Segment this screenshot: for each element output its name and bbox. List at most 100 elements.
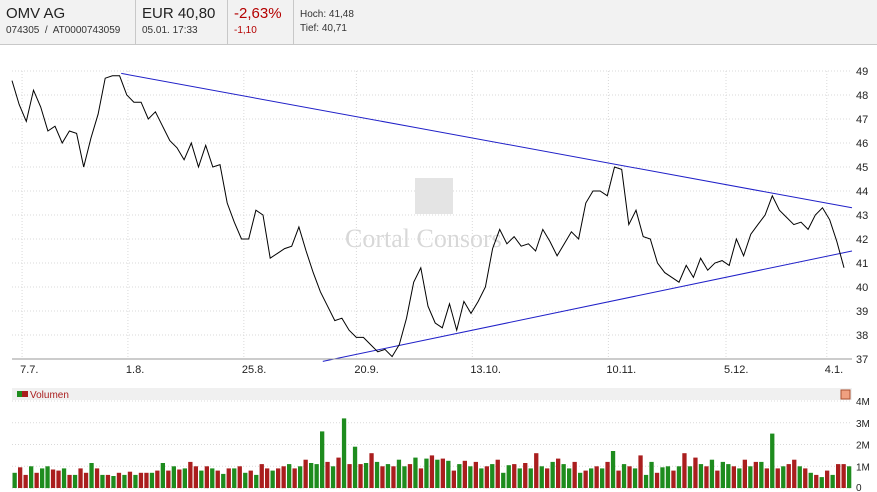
volume-bar <box>259 464 264 488</box>
volume-bar <box>111 476 116 488</box>
volume-bar <box>418 468 424 488</box>
volume-bar <box>363 463 369 488</box>
price-y-tick-label: 44 <box>856 186 868 198</box>
volume-bar <box>336 457 341 488</box>
volume-bar <box>347 464 352 488</box>
volume-bar <box>100 474 105 488</box>
volume-bar <box>435 459 440 488</box>
volume-bar <box>243 472 248 488</box>
trend-lines <box>121 72 853 362</box>
volume-bar <box>479 468 484 488</box>
volume-bar <box>374 461 380 488</box>
volume-bar <box>358 464 363 488</box>
volume-bar <box>78 468 83 488</box>
volume-bar <box>314 464 319 488</box>
volume-bar <box>369 453 374 488</box>
volume-bar <box>473 461 478 488</box>
volume-bar <box>407 464 413 488</box>
volume-bar <box>424 458 429 488</box>
trend-line <box>322 250 853 362</box>
volume-bar <box>545 468 550 488</box>
volume-bar <box>786 464 791 488</box>
volume-y-tick-label: 4M <box>856 397 870 408</box>
volume-bar <box>72 474 78 488</box>
volume-bar <box>105 474 111 488</box>
volume-bar <box>764 468 769 488</box>
volume-bar <box>726 464 731 488</box>
volume-title: Volumen <box>30 390 69 401</box>
volume-bar <box>320 431 325 488</box>
volume-bar <box>792 459 797 488</box>
volume-bar <box>759 461 764 488</box>
volume-bar <box>116 472 122 488</box>
volume-bar <box>572 461 577 488</box>
volume-bar <box>391 466 396 489</box>
volume-bar <box>748 466 753 489</box>
price-x-tick-label: 20.9. <box>354 364 378 376</box>
volume-bar <box>693 457 698 488</box>
volume-bar <box>138 472 144 488</box>
volume-bar <box>413 457 418 488</box>
volume-bar <box>248 470 253 488</box>
volume-bar <box>45 466 50 489</box>
volume-bar <box>649 461 654 488</box>
volume-bar <box>556 458 561 488</box>
volume-bar <box>457 464 462 488</box>
range-cell: Hoch: 41,48 Tief: 40,71 <box>294 0 877 44</box>
volume-bar <box>660 467 665 488</box>
volume-bar <box>325 461 330 488</box>
volume-bar <box>155 470 160 488</box>
volume-bar <box>528 468 533 488</box>
volume-bar <box>341 418 347 488</box>
volume-bar <box>352 446 358 488</box>
volume-bar <box>226 468 231 488</box>
volume-bar <box>303 459 308 488</box>
price-y-tick-label: 49 <box>856 66 868 78</box>
volume-bar <box>770 433 775 488</box>
volume-bar <box>276 468 281 488</box>
volume-bar <box>534 453 539 488</box>
volume-bar <box>616 470 621 488</box>
volume-bar <box>221 473 226 488</box>
volume-bar <box>561 464 566 488</box>
volume-bar <box>396 459 402 488</box>
volume-bar <box>193 466 198 489</box>
price-x-tick-label: 7.7. <box>20 364 38 376</box>
volume-bar <box>803 468 808 488</box>
volume-close-icon[interactable] <box>840 389 851 400</box>
price-x-tick-label: 25.8. <box>242 364 266 376</box>
volume-bar <box>490 464 495 488</box>
day-high: Hoch: 41,48 <box>300 9 354 20</box>
volume-bar <box>550 461 555 488</box>
volume-bar <box>50 469 56 488</box>
volume-bar <box>539 466 544 489</box>
price-y-tick-label: 46 <box>856 138 868 150</box>
volume-bar <box>704 466 709 489</box>
volume-bar <box>468 466 473 489</box>
volume-bar <box>210 468 215 488</box>
volume-bar <box>89 463 94 488</box>
price-y-tick-label: 41 <box>856 258 868 270</box>
volume-bar <box>621 464 627 488</box>
volume-bar <box>600 468 605 488</box>
volume-bar <box>122 474 127 488</box>
volume-bar <box>292 468 297 488</box>
watermark-text: Cortal Consors <box>345 224 502 253</box>
volume-bar <box>797 466 802 489</box>
volume-bar <box>215 470 220 488</box>
volume-bar <box>775 468 780 488</box>
volume-bar <box>380 466 385 489</box>
volume-bar <box>753 461 758 488</box>
volume-bars <box>12 418 852 489</box>
volume-bar <box>638 455 643 488</box>
volume-legend-swatch-down <box>22 391 28 397</box>
volume-y-tick-label: 3M <box>856 419 870 430</box>
volume-bar <box>298 466 303 489</box>
volume-bar <box>127 471 133 488</box>
volume-bar <box>484 466 489 489</box>
volume-bar <box>836 464 841 488</box>
volume-bar <box>781 466 786 489</box>
instrument-ids: 074305 / AT0000743059 <box>6 25 121 36</box>
volume-bar <box>61 468 67 488</box>
volume-bar <box>281 466 286 489</box>
